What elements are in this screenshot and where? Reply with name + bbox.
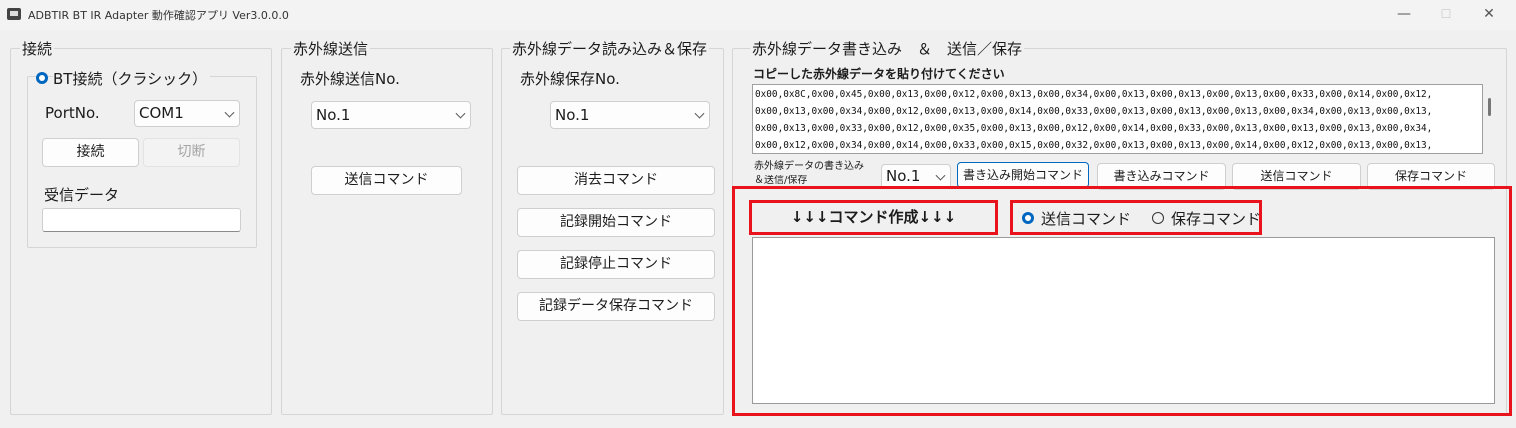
ir-data-line: 0x00,0x12,0x00,0x34,0x00,0x14,0x00,0x33,…	[755, 140, 1433, 151]
window-title: ADBTIR BT IR Adapter 動作確認アプリ Ver3.0.0.0	[28, 9, 289, 22]
paste-instruction-label: コピーした赤外線データを貼り付けてください	[753, 67, 1005, 81]
close-button[interactable]: ✕	[1469, 3, 1509, 25]
ir-data-line: 0x00,0x8C,0x00,0x45,0x00,0x13,0x00,0x12,…	[755, 89, 1433, 100]
receive-data-field[interactable]	[42, 208, 241, 232]
ir-data-line: 0x00,0x13,0x00,0x33,0x00,0x12,0x00,0x35,…	[755, 123, 1433, 134]
send-command-radio[interactable]	[1022, 212, 1034, 224]
ir-send-panel-title: 赤外線送信	[291, 38, 371, 59]
chevron-down-icon	[935, 170, 946, 181]
erase-command-button[interactable]: 消去コマンド	[517, 166, 715, 195]
record-start-command-button[interactable]: 記録開始コマンド	[517, 208, 715, 237]
bt-classic-radio[interactable]	[36, 72, 48, 84]
record-data-save-command-button[interactable]: 記録データ保存コマンド	[517, 292, 715, 321]
ir-write-panel-title: 赤外線データ書き込み ＆ 送信／保存	[750, 38, 1025, 59]
ir-data-textarea[interactable]: 0x00,0x8C,0x00,0x45,0x00,0x13,0x00,0x12,…	[752, 84, 1483, 154]
title-bar: ADBTIR BT IR Adapter 動作確認アプリ Ver3.0.0.0 …	[0, 0, 1516, 30]
chevron-down-icon	[224, 107, 235, 118]
ir-send-number-label: 赤外線送信No.	[300, 70, 400, 88]
chevron-down-icon	[694, 108, 705, 119]
bt-classic-label: BT接続（クラシック）	[53, 68, 211, 89]
write-start-command-button[interactable]: 書き込み開始コマンド	[957, 162, 1089, 188]
maximize-button[interactable]: ☐	[1426, 3, 1466, 25]
connection-panel-title: 接続	[20, 38, 55, 59]
command-create-heading: ↓↓↓コマンド作成↓↓↓	[790, 208, 957, 226]
command-output-textarea[interactable]	[752, 237, 1495, 404]
app-window: ADBTIR BT IR Adapter 動作確認アプリ Ver3.0.0.0 …	[0, 0, 1516, 428]
ir-data-scrollbar[interactable]	[1484, 84, 1496, 154]
minimize-button[interactable]: —	[1384, 3, 1424, 25]
ir-save-number-label: 赤外線保存No.	[520, 70, 620, 88]
scrollbar-thumb[interactable]	[1488, 98, 1491, 116]
ir-send-number-select[interactable]: No.1	[311, 101, 471, 129]
port-select-value: COM1	[139, 104, 184, 122]
receive-data-label: 受信データ	[44, 186, 120, 204]
send-command-radio-label: 送信コマンド	[1041, 210, 1132, 228]
ir-read-panel-title: 赤外線データ読み込み＆保存	[510, 38, 710, 59]
write-select-label-1: 赤外線データの書き込み	[754, 161, 864, 172]
ir-data-line: 0x00,0x13,0x00,0x34,0x00,0x12,0x00,0x13,…	[755, 106, 1433, 117]
record-stop-command-button[interactable]: 記録停止コマンド	[517, 250, 715, 279]
port-select[interactable]: COM1	[134, 100, 240, 127]
app-icon	[7, 8, 21, 20]
ir-save-number-select[interactable]: No.1	[550, 101, 710, 129]
ir-send-number-value: No.1	[316, 106, 351, 124]
ir-send-button[interactable]: 送信コマンド	[311, 166, 462, 195]
save-command-radio[interactable]	[1152, 212, 1164, 224]
ir-write-number-value: No.1	[886, 167, 921, 185]
port-label: PortNo.	[45, 104, 100, 122]
save-command-radio-label: 保存コマンド	[1171, 210, 1262, 228]
write-select-label-2: ＆送信/保存	[754, 175, 808, 185]
disconnect-button[interactable]: 切断	[143, 138, 240, 167]
ir-save-number-value: No.1	[555, 106, 590, 124]
chevron-down-icon	[455, 108, 466, 119]
connect-button[interactable]: 接続	[42, 138, 139, 167]
